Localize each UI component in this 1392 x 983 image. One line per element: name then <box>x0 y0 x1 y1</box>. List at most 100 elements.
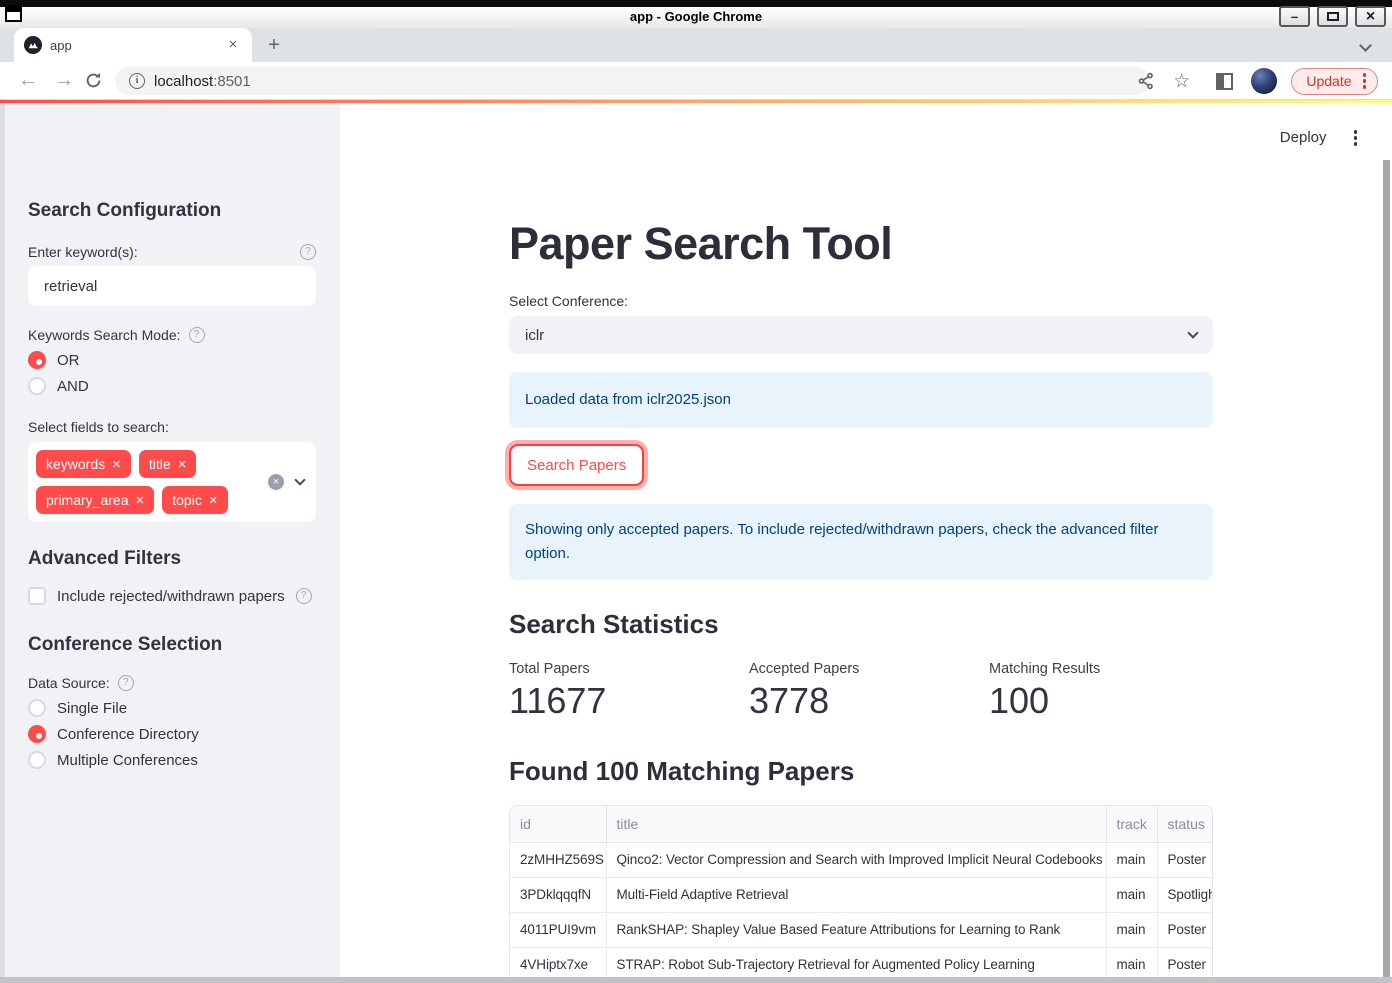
keyword-label: Enter keyword(s): <box>28 244 138 260</box>
scrollbar-thumb[interactable] <box>1383 160 1390 977</box>
url-host: localhost <box>154 73 213 90</box>
radio-option[interactable]: OR <box>28 351 316 369</box>
chrome-update-button[interactable]: Update <box>1291 68 1378 95</box>
table-cell[interactable]: RankSHAP: Shapley Value Based Feature At… <box>606 912 1106 947</box>
radio-button[interactable] <box>28 351 46 369</box>
maximize-button[interactable] <box>1317 6 1348 27</box>
table-cell[interactable]: Poster <box>1157 947 1213 977</box>
address-bar[interactable]: i localhost :8501 <box>115 67 1150 95</box>
bookmark-star-icon[interactable]: ☆ <box>1173 70 1190 93</box>
radio-button[interactable] <box>28 377 46 395</box>
table-cell[interactable]: 4011PUI9vm <box>510 912 606 947</box>
info-filter-text: Showing only accepted papers. To include… <box>525 521 1158 562</box>
multiselect-chevron-down-icon[interactable] <box>294 474 305 485</box>
radio-label: Single File <box>57 700 127 717</box>
forward-icon[interactable]: → <box>50 66 78 94</box>
field-tag-label: title <box>149 456 171 472</box>
include-rejected-checkbox-row[interactable]: Include rejected/withdrawn papers ? <box>28 587 316 605</box>
radio-option[interactable]: Conference Directory <box>28 725 316 743</box>
column-header[interactable]: title <box>606 806 1106 842</box>
metric-label: Matching Results <box>989 661 1213 677</box>
checkbox-label: Include rejected/withdrawn papers <box>57 588 285 605</box>
radio-label: Conference Directory <box>57 726 199 743</box>
tag-remove-icon[interactable]: × <box>178 457 187 472</box>
radio-button[interactable] <box>28 725 46 743</box>
app-menu-icon[interactable] <box>1351 127 1361 149</box>
table-cell[interactable]: 2zMHHZ569S <box>510 842 606 877</box>
metric: Matching Results 100 <box>989 661 1213 720</box>
minimize-button[interactable]: – <box>1279 6 1310 27</box>
metric: Accepted Papers 3778 <box>749 661 973 720</box>
radio-option[interactable]: Single File <box>28 699 316 717</box>
new-tab-button[interactable]: + <box>262 34 286 58</box>
table-cell[interactable]: Spotlight <box>1157 877 1213 912</box>
minimize-icon: – <box>1291 9 1298 24</box>
table-cell[interactable]: main <box>1106 912 1157 947</box>
window-left-edge <box>0 103 5 977</box>
table-cell[interactable]: Qinco2: Vector Compression and Search wi… <box>606 842 1106 877</box>
deploy-button[interactable]: Deploy <box>1280 129 1327 146</box>
window-titlebar: app - Google Chrome – × <box>0 7 1392 28</box>
profile-avatar[interactable] <box>1251 68 1277 94</box>
search-statistics-heading: Search Statistics <box>509 610 1213 638</box>
metric: Total Papers 11677 <box>509 661 733 720</box>
maximize-icon <box>1327 12 1339 21</box>
tag-remove-icon[interactable]: × <box>135 493 144 508</box>
fields-multiselect[interactable]: keywords × title × primary_area × topic … <box>28 442 316 522</box>
radio-button[interactable] <box>28 751 46 769</box>
close-button[interactable]: × <box>1355 6 1386 27</box>
clear-all-icon[interactable]: × <box>268 474 284 490</box>
search-papers-button[interactable]: Search Papers <box>509 444 644 486</box>
reload-icon[interactable] <box>84 71 112 90</box>
table-row: 2zMHHZ569SQinco2: Vector Compression and… <box>510 842 1213 877</box>
table-cell[interactable]: main <box>1106 947 1157 977</box>
info-loaded-text: Loaded data from iclr2025.json <box>525 391 731 408</box>
field-tag-label: keywords <box>46 456 105 472</box>
metric-label: Total Papers <box>509 661 733 677</box>
column-header[interactable]: id <box>510 806 606 842</box>
data-source-help-icon[interactable]: ? <box>118 675 134 691</box>
table-cell[interactable]: 4VHiptx7xe <box>510 947 606 977</box>
table-cell[interactable]: Poster <box>1157 912 1213 947</box>
info-loaded-banner: Loaded data from iclr2025.json <box>509 372 1213 428</box>
keyword-help-icon[interactable]: ? <box>300 244 316 260</box>
mode-label: Keywords Search Mode: <box>28 327 181 343</box>
tab-close-icon[interactable]: × <box>224 36 242 54</box>
checkbox[interactable] <box>28 587 46 605</box>
radio-option[interactable]: AND <box>28 377 316 395</box>
tab-search-chevron-icon[interactable] <box>1359 39 1372 52</box>
metric-label: Accepted Papers <box>749 661 973 677</box>
sidebar-heading-conference-selection: Conference Selection <box>28 634 316 656</box>
column-header[interactable]: track <box>1106 806 1157 842</box>
column-header[interactable]: status <box>1157 806 1213 842</box>
conference-selectbox[interactable]: iclr <box>509 316 1213 354</box>
streamlit-decoration-bar <box>0 100 1392 103</box>
table-cell[interactable]: Poster <box>1157 842 1213 877</box>
fields-label: Select fields to search: <box>28 419 169 435</box>
window-bottom-edge <box>0 977 1392 983</box>
table-cell[interactable]: main <box>1106 842 1157 877</box>
back-icon[interactable]: ← <box>14 66 42 94</box>
update-label: Update <box>1306 73 1351 89</box>
table-cell[interactable]: 3PDklqqqfN <box>510 877 606 912</box>
tab-title: app <box>50 38 224 53</box>
field-tag-label: primary_area <box>46 492 128 508</box>
mode-help-icon[interactable]: ? <box>189 327 205 343</box>
radio-label: OR <box>57 352 80 369</box>
radio-button[interactable] <box>28 699 46 717</box>
radio-option[interactable]: Multiple Conferences <box>28 751 316 769</box>
side-panel-icon[interactable] <box>1216 73 1233 90</box>
results-dataframe[interactable]: idtitletrackstatus 2zMHHZ569SQinco2: Vec… <box>509 805 1213 977</box>
share-icon[interactable] <box>1137 72 1155 90</box>
keyword-input[interactable]: retrieval <box>28 266 316 306</box>
browser-tab-app[interactable]: app × <box>14 28 252 62</box>
table-row: 3PDklqqqfNMulti-Field Adaptive Retrieval… <box>510 877 1213 912</box>
table-cell[interactable]: main <box>1106 877 1157 912</box>
checkbox-help-icon[interactable]: ? <box>296 588 312 604</box>
results-heading: Found 100 Matching Papers <box>509 757 1213 785</box>
tag-remove-icon[interactable]: × <box>209 493 218 508</box>
table-cell[interactable]: STRAP: Robot Sub-Trajectory Retrieval fo… <box>606 947 1106 977</box>
table-cell[interactable]: Multi-Field Adaptive Retrieval <box>606 877 1106 912</box>
site-info-icon[interactable]: i <box>129 73 145 89</box>
tag-remove-icon[interactable]: × <box>112 457 121 472</box>
